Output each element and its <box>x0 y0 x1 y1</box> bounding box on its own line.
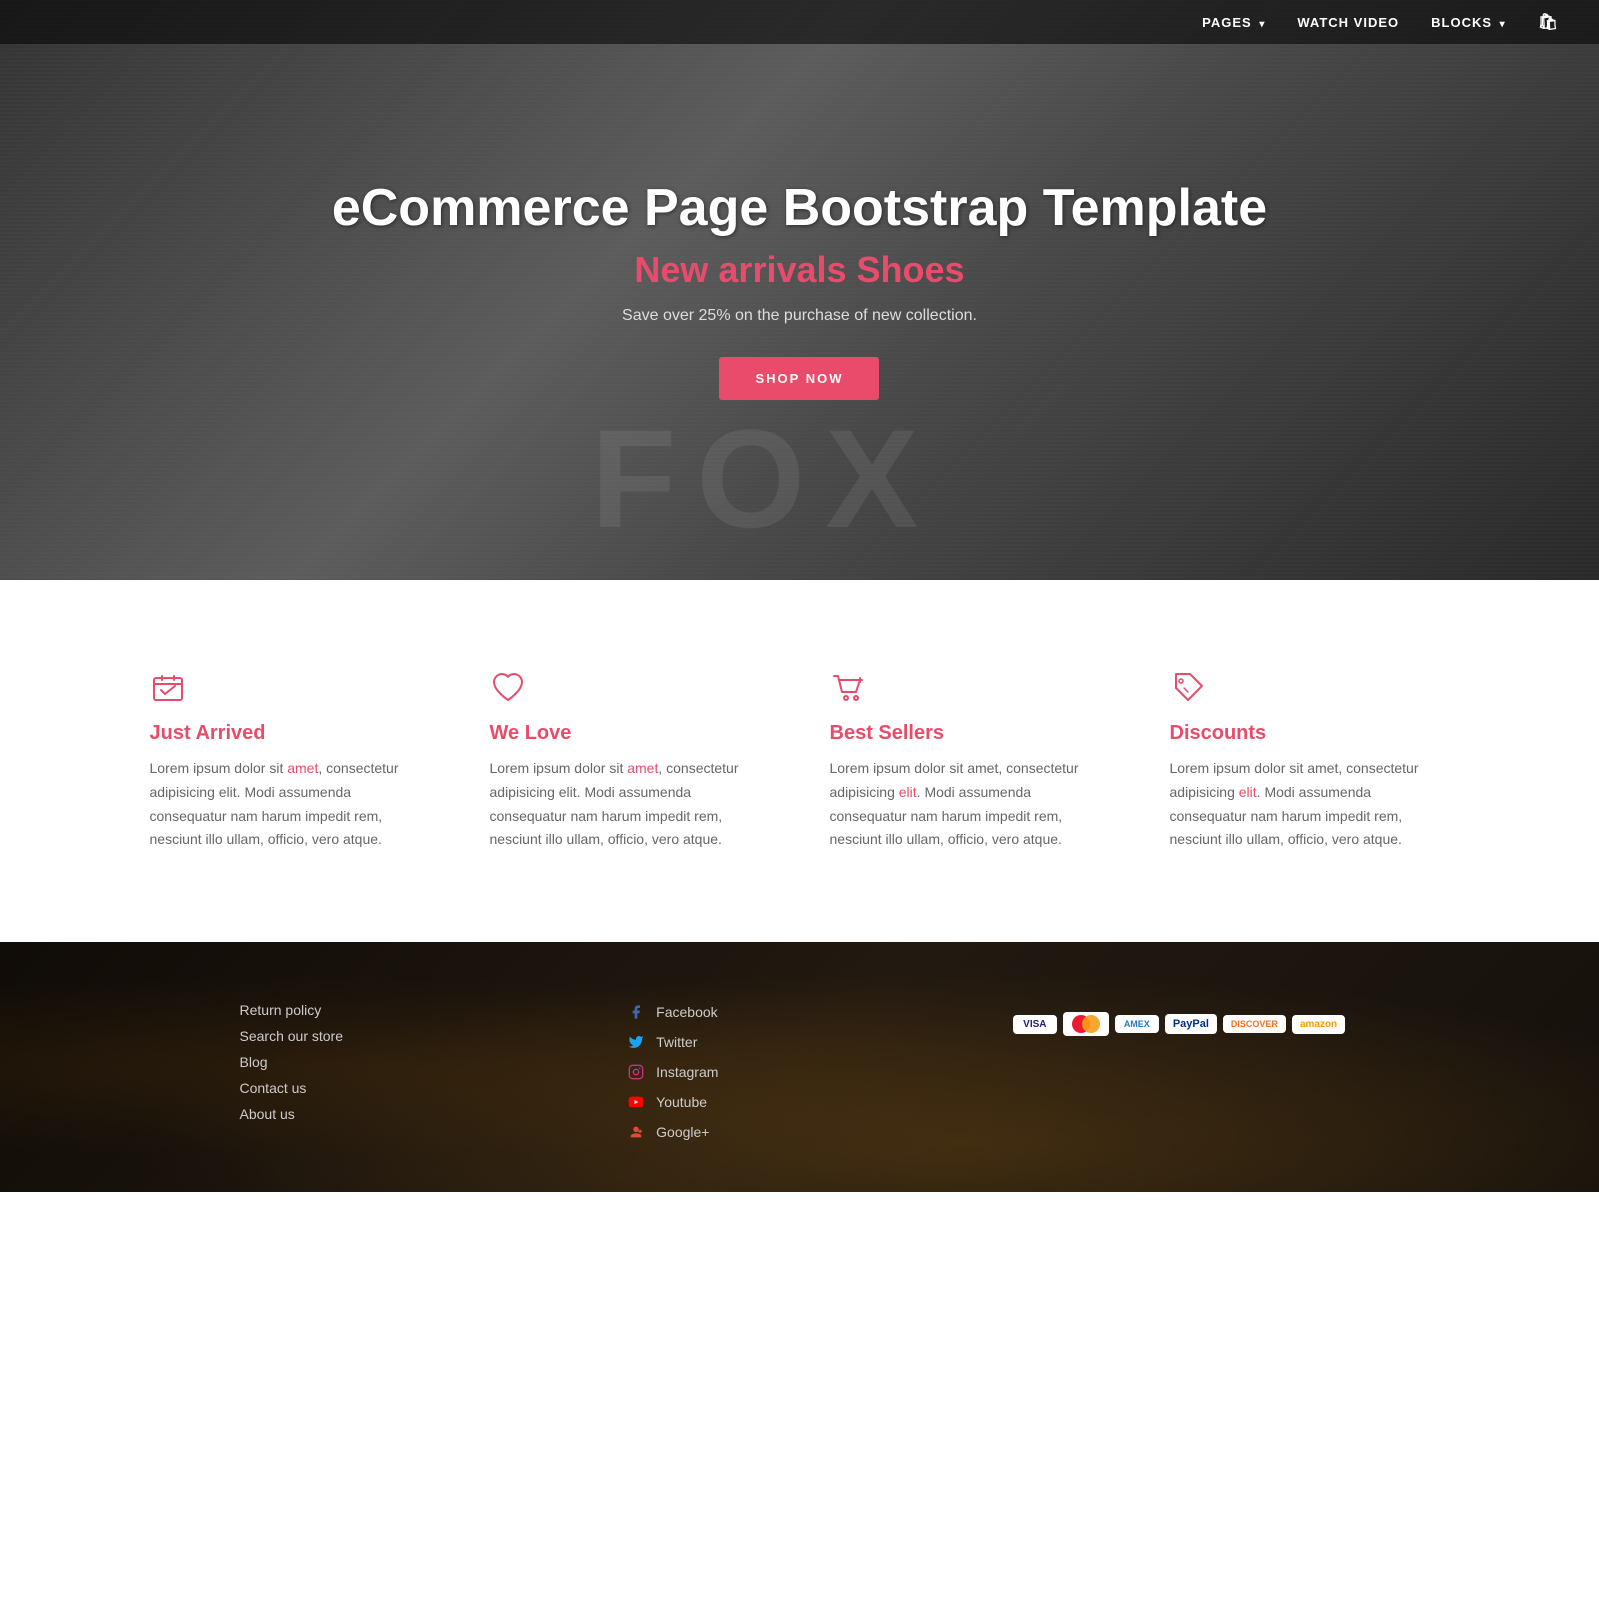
feature-we-love: We Love Lorem ipsum dolor sit amet, cons… <box>460 650 800 872</box>
feature-just-arrived: Just Arrived Lorem ipsum dolor sit amet,… <box>120 650 460 872</box>
nav-blocks[interactable]: BLOCKS ▾ <box>1431 15 1506 30</box>
feature-just-arrived-text: Lorem ipsum dolor sit amet, consectetur … <box>150 757 430 852</box>
footer-social-twitter[interactable]: Twitter <box>626 1032 973 1052</box>
feature-best-sellers-title: Best Sellers <box>830 722 1110 745</box>
footer-link-return-policy[interactable]: Return policy <box>240 1002 587 1018</box>
footer-social-facebook[interactable]: Facebook <box>626 1002 973 1022</box>
tag-icon <box>1170 670 1450 706</box>
youtube-icon <box>626 1092 646 1112</box>
payment-amex: AMEX <box>1115 1015 1159 1033</box>
payment-visa: VISA <box>1013 1015 1057 1034</box>
feature-just-arrived-title: Just Arrived <box>150 722 430 745</box>
arrived-icon <box>150 670 430 706</box>
instagram-icon <box>626 1062 646 1082</box>
hero-description: Save over 25% on the purchase of new col… <box>332 307 1267 325</box>
footer-social-col: Facebook Twitter Instagram Youtube <box>626 1002 973 1152</box>
footer-links-col: Return policy Search our store Blog Cont… <box>240 1002 587 1132</box>
footer-inner: Return policy Search our store Blog Cont… <box>200 1002 1400 1152</box>
feature-we-love-text: Lorem ipsum dolor sit amet, consectetur … <box>490 757 770 852</box>
shop-now-button[interactable]: SHOP NOW <box>719 357 879 400</box>
footer-social-youtube[interactable]: Youtube <box>626 1092 973 1112</box>
payment-mastercard <box>1063 1012 1109 1036</box>
footer: Return policy Search our store Blog Cont… <box>0 942 1599 1192</box>
features-grid: Just Arrived Lorem ipsum dolor sit amet,… <box>100 650 1500 872</box>
cart-icon-feature <box>830 670 1110 706</box>
footer-social-googleplus[interactable]: Google+ <box>626 1122 973 1142</box>
feature-best-sellers-text: Lorem ipsum dolor sit amet, consectetur … <box>830 757 1110 852</box>
payment-paypal: PayPal <box>1165 1014 1217 1034</box>
footer-social-instagram[interactable]: Instagram <box>626 1062 973 1082</box>
footer-link-about-us[interactable]: About us <box>240 1106 587 1122</box>
feature-we-love-title: We Love <box>490 722 770 745</box>
top-nav: PAGES ▾ WATCH VIDEO BLOCKS ▾ 🛍 <box>0 0 1599 44</box>
googleplus-icon <box>626 1122 646 1142</box>
feature-best-sellers: Best Sellers Lorem ipsum dolor sit amet,… <box>800 650 1140 872</box>
feature-discounts-title: Discounts <box>1170 722 1450 745</box>
feature-discounts: Discounts Lorem ipsum dolor sit amet, co… <box>1140 650 1480 872</box>
hero-content: eCommerce Page Bootstrap Template New ar… <box>332 180 1267 400</box>
cart-icon: 🛍 <box>1538 14 1559 31</box>
nav-watch-video[interactable]: WATCH VIDEO <box>1297 15 1399 30</box>
nav-pages[interactable]: PAGES ▾ <box>1202 15 1265 30</box>
hero-section: FOX eCommerce Page Bootstrap Template Ne… <box>0 0 1599 580</box>
footer-link-search-store[interactable]: Search our store <box>240 1028 587 1044</box>
hero-subtitle: New arrivals Shoes <box>332 249 1267 291</box>
heart-icon <box>490 670 770 706</box>
blocks-chevron-icon: ▾ <box>1500 19 1506 30</box>
features-section: Just Arrived Lorem ipsum dolor sit amet,… <box>0 580 1599 942</box>
payment-amazon: amazon <box>1292 1015 1345 1034</box>
footer-link-blog[interactable]: Blog <box>240 1054 587 1070</box>
payment-badges: VISA AMEX PayPal DISCOVER amazon <box>1013 1012 1360 1036</box>
facebook-icon <box>626 1002 646 1022</box>
twitter-icon <box>626 1032 646 1052</box>
payment-discover: DISCOVER <box>1223 1015 1286 1033</box>
cart-button[interactable]: 🛍 <box>1538 12 1559 32</box>
footer-link-contact-us[interactable]: Contact us <box>240 1080 587 1096</box>
hero-title: eCommerce Page Bootstrap Template <box>332 180 1267 237</box>
footer-payments-col: VISA AMEX PayPal DISCOVER amazon <box>1013 1002 1360 1036</box>
feature-discounts-text: Lorem ipsum dolor sit amet, consectetur … <box>1170 757 1450 852</box>
pages-chevron-icon: ▾ <box>1259 19 1265 30</box>
